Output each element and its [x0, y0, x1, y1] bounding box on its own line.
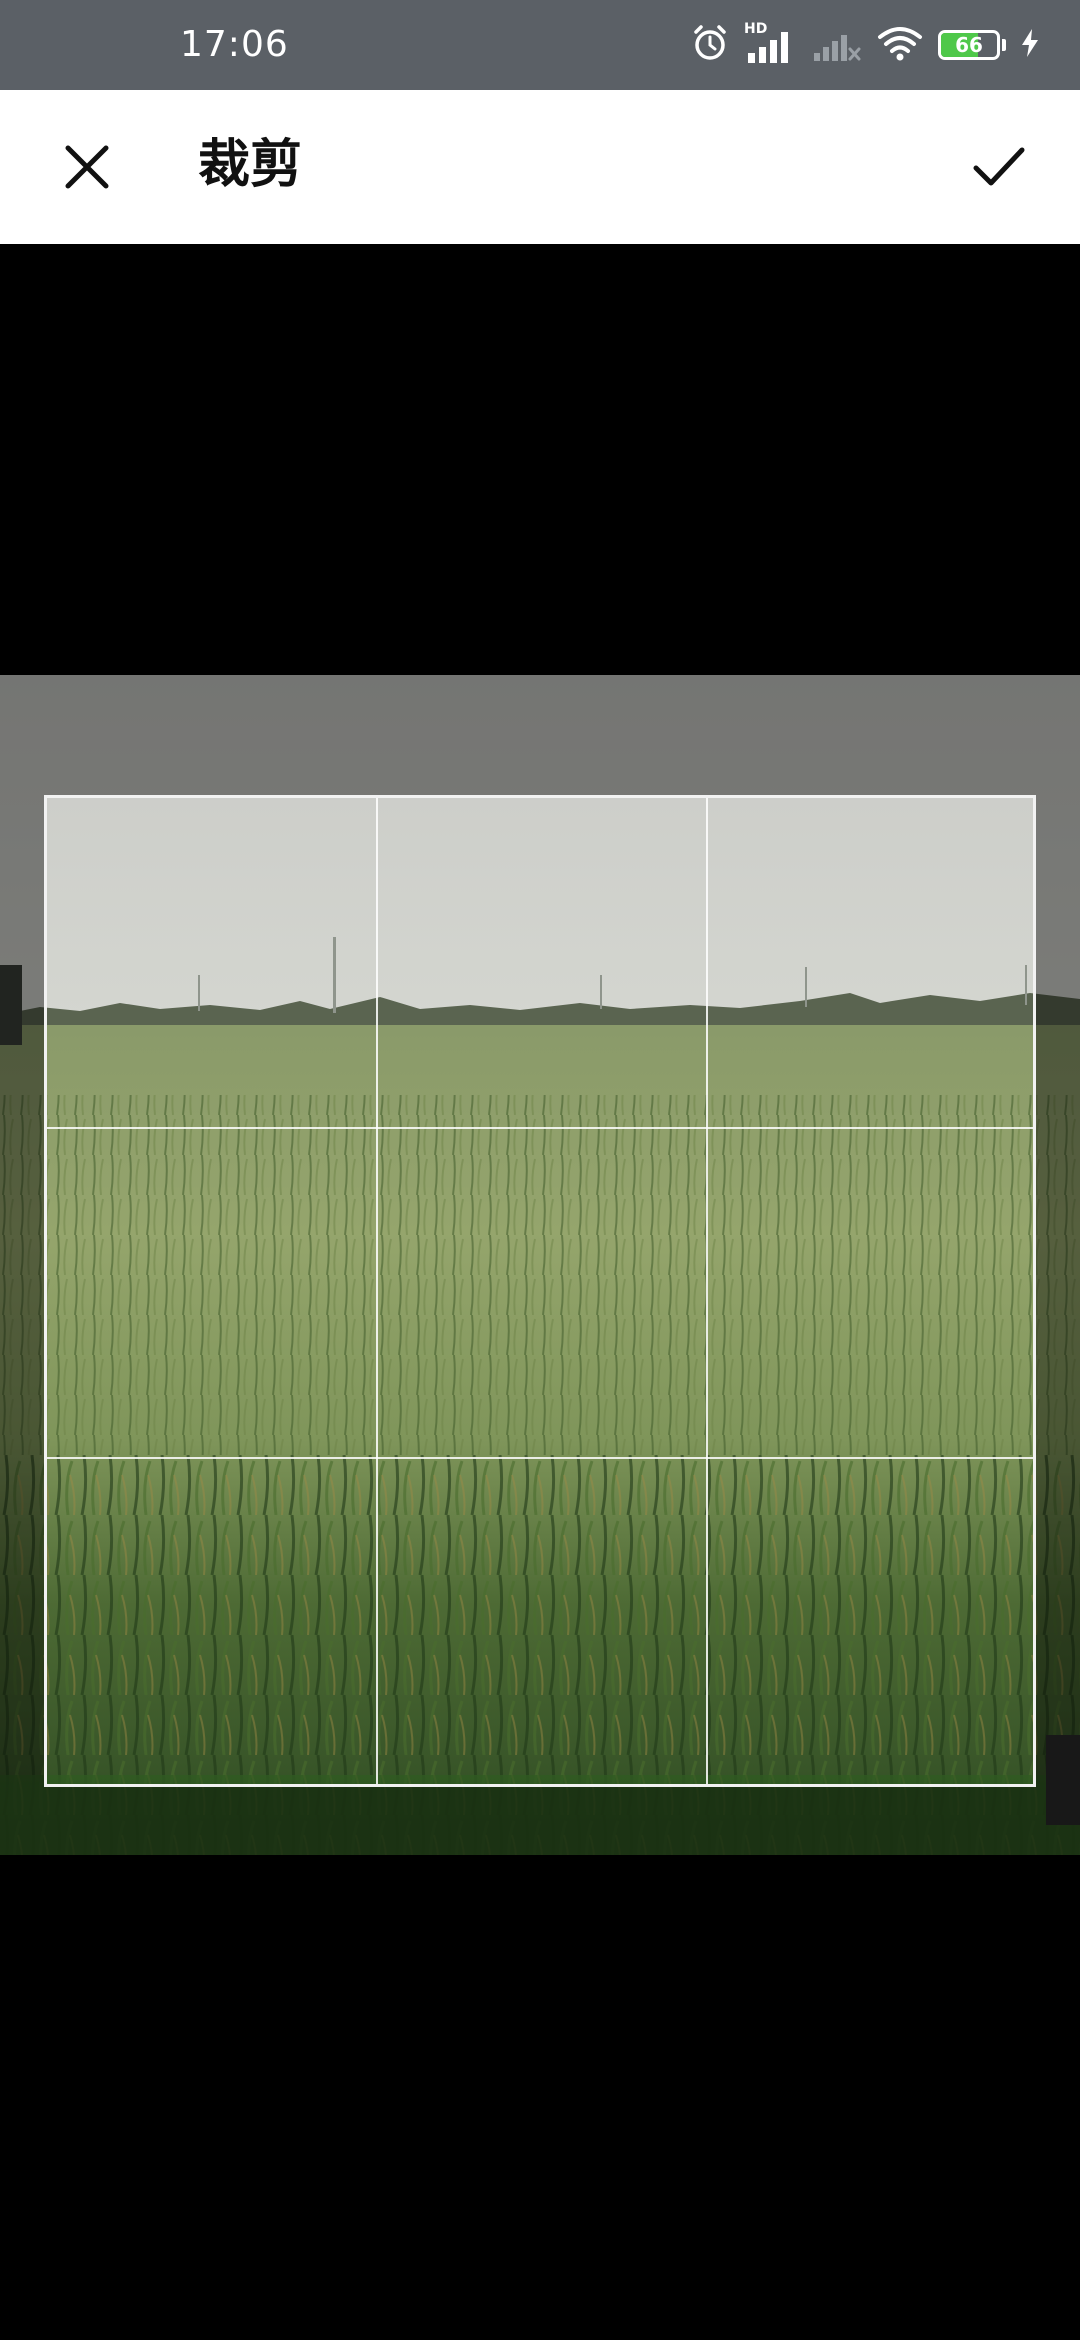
grid-line-vertical-1	[376, 798, 378, 1784]
grid-line-horizontal-1	[47, 1127, 1033, 1129]
status-icons: HD 66	[690, 18, 1040, 72]
crop-frame[interactable]	[44, 795, 1036, 1787]
battery-icon: 66	[938, 30, 1006, 60]
close-icon	[65, 145, 109, 189]
alarm-icon	[690, 23, 730, 67]
close-button[interactable]	[42, 122, 132, 212]
status-time: 17:06	[180, 24, 289, 65]
hd-signal-icon: HD	[744, 21, 798, 67]
top-app-bar: 裁剪	[0, 90, 1080, 244]
page-title: 裁剪	[198, 135, 303, 195]
battery-level: 66	[955, 33, 983, 57]
status-bar: 17:06 HD 66	[0, 0, 1080, 90]
wifi-icon	[876, 23, 924, 67]
charging-bolt-icon	[1020, 28, 1040, 62]
crop-screen: 17:06 HD 66 裁剪	[0, 0, 1080, 2340]
confirm-button[interactable]	[954, 122, 1044, 212]
grid-line-vertical-2	[706, 798, 708, 1784]
battery: 66	[938, 30, 1000, 60]
check-icon	[973, 147, 1025, 186]
grid-line-horizontal-2	[47, 1457, 1033, 1459]
signal-no-service-icon	[812, 21, 862, 69]
